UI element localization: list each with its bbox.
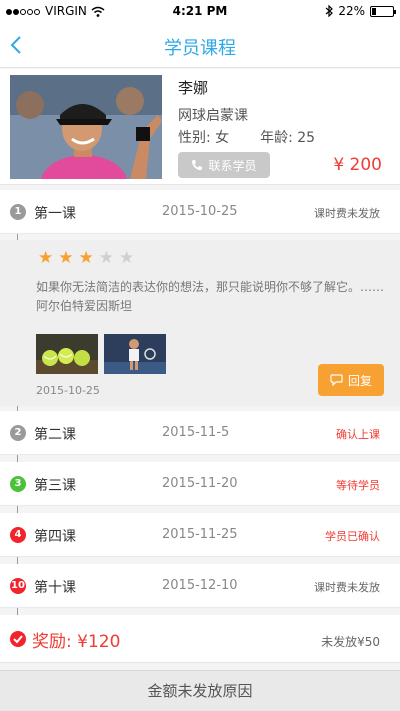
app-screen: VIRGIN 4:21 PM 22% 学员课程 李娜 网球启蒙课 性别: 女 年… <box>0 0 400 711</box>
age-value: 25 <box>297 130 316 146</box>
bluetooth-icon <box>325 5 334 17</box>
student-name: 李娜 <box>178 79 209 97</box>
reward-status: 未发放¥50 <box>321 635 380 649</box>
star-filled-icon: ★ <box>58 248 74 268</box>
battery-info: 22% <box>325 4 396 18</box>
lesson-number-badge: 2 <box>10 425 26 441</box>
lesson-date: 2015-11-20 <box>162 476 238 491</box>
checkmark-icon <box>10 631 26 647</box>
lesson-row-3[interactable]: 3 第三课 2015-11-20 等待学员 <box>0 462 400 506</box>
course-price: ¥ 200 <box>333 155 382 175</box>
battery-icon <box>370 5 396 17</box>
lesson-name: 第一课 <box>34 206 76 222</box>
unpaid-reason-button[interactable]: 金额未发放原因 <box>0 670 400 711</box>
student-card: 李娜 网球启蒙课 性别: 女 年龄: 25 联系学员 ¥ 200 <box>0 69 400 185</box>
star-empty-icon: ★ <box>119 248 135 268</box>
contact-student-button[interactable]: 联系学员 <box>178 152 270 178</box>
gender-value: 女 <box>215 130 230 146</box>
chat-bubble-icon <box>330 374 343 386</box>
reward-amount: 奖励: ¥120 <box>32 632 121 652</box>
lesson-date: 2015-11-25 <box>162 527 238 542</box>
lesson-name: 第二课 <box>34 427 76 443</box>
status-bar: VIRGIN 4:21 PM 22% <box>0 0 400 22</box>
lesson-row-1[interactable]: 1 第一课 2015-10-25 课时费未发放 <box>0 190 400 234</box>
student-photo-image <box>10 75 162 179</box>
student-info: 性别: 女 年龄: 25 <box>178 127 315 147</box>
student-photo <box>10 75 162 179</box>
star-empty-icon: ★ <box>98 248 114 268</box>
contact-student-label: 联系学员 <box>208 158 257 173</box>
lesson-name: 第四课 <box>34 529 76 545</box>
lesson-number-badge: 10 <box>10 578 26 594</box>
course-name: 网球启蒙课 <box>178 108 248 124</box>
lesson-status: 确认上课 <box>336 428 380 441</box>
lesson-date: 2015-12-10 <box>162 578 238 593</box>
lesson-row-4[interactable]: 4 第四课 2015-11-25 学员已确认 <box>0 513 400 557</box>
navigation-bar: 学员课程 <box>0 22 400 68</box>
star-filled-icon: ★ <box>38 248 54 268</box>
lesson-status: 等待学员 <box>336 479 380 492</box>
reply-button[interactable]: 回复 <box>318 364 384 396</box>
battery-fill <box>372 7 376 15</box>
page-title: 学员课程 <box>164 38 236 59</box>
lesson-number-badge: 1 <box>10 204 26 220</box>
lesson-name: 第三课 <box>34 478 76 494</box>
review-photo-1[interactable] <box>36 334 98 374</box>
rating-stars: ★ ★ ★ ★ ★ <box>38 250 134 267</box>
reward-row: 奖励: ¥120 未发放¥50 <box>0 615 400 663</box>
review-photo-2[interactable] <box>104 334 166 374</box>
lesson-status: 课时费未发放 <box>314 207 380 220</box>
tennis-balls-image <box>36 334 98 374</box>
star-filled-icon: ★ <box>78 248 94 268</box>
lesson-row-10[interactable]: 10 第十课 2015-12-10 课时费未发放 <box>0 564 400 608</box>
lesson-number-badge: 4 <box>10 527 26 543</box>
reply-label: 回复 <box>347 373 372 388</box>
lesson-number-badge: 3 <box>10 476 26 492</box>
lesson-status: 学员已确认 <box>325 530 380 543</box>
lesson-date: 2015-11-5 <box>162 425 230 440</box>
lesson-name: 第十课 <box>34 580 76 596</box>
lesson-row-2[interactable]: 2 第二课 2015-11-5 确认上课 <box>0 411 400 455</box>
age-label: 年龄: <box>260 130 293 146</box>
lesson-status: 课时费未发放 <box>314 581 380 594</box>
battery-percent: 22% <box>338 4 365 18</box>
lesson-review: ★ ★ ★ ★ ★ 如果你无法简洁的表达你的想法，那只能说明你不够了解它。……阿尔伯特爱… <box>0 240 400 406</box>
phone-icon <box>192 160 203 171</box>
review-date: 2015-10-25 <box>36 384 100 397</box>
tennis-player-image <box>104 334 166 374</box>
lesson-date: 2015-10-25 <box>162 204 238 219</box>
review-text: 如果你无法简洁的表达你的想法，那只能说明你不够了解它。……阿尔伯特爱因斯坦 <box>36 280 385 313</box>
gender-label: 性别: <box>178 130 211 146</box>
